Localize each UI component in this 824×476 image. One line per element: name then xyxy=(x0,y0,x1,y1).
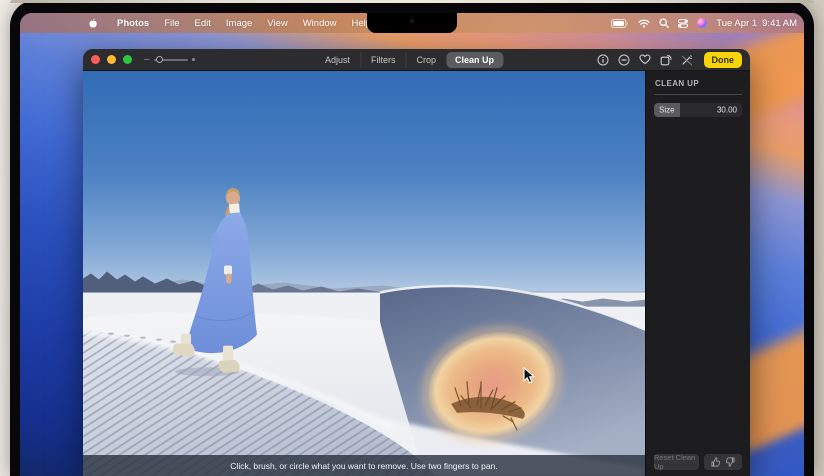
battery-icon[interactable] xyxy=(611,18,629,28)
photo-canvas[interactable]: Click, brush, or circle what you want to… xyxy=(83,71,645,476)
camera-icon xyxy=(410,19,414,23)
zoom-slider-handle[interactable] xyxy=(155,55,163,63)
feedback-buttons xyxy=(704,454,742,470)
brush-size-label: Size xyxy=(659,105,675,115)
search-icon[interactable] xyxy=(659,18,670,28)
window-titlebar: – Adjust Filters Crop Clean Up Done xyxy=(83,49,750,71)
brush-size-value: 30.00 xyxy=(716,105,737,115)
sidebar-divider xyxy=(654,94,742,95)
tab-clean-up[interactable]: Clean Up xyxy=(445,51,504,68)
thumbs-down-icon[interactable] xyxy=(726,457,735,467)
status-date: Tue Apr 1 xyxy=(716,17,758,29)
info-icon[interactable] xyxy=(597,54,609,66)
photo-sky xyxy=(83,71,645,304)
sidebar-bottom-row: Reset Clean Up xyxy=(654,453,742,471)
display-notch xyxy=(367,13,457,33)
minimize-window-button[interactable] xyxy=(107,55,116,64)
photo-illustration xyxy=(83,71,645,476)
wifi-icon[interactable] xyxy=(638,19,650,28)
siri-icon[interactable] xyxy=(697,18,708,28)
macbook-product-shot: Photos File Edit Image View Window Help xyxy=(0,0,824,476)
apple-menu-icon[interactable] xyxy=(88,17,99,29)
tab-adjust[interactable]: Adjust xyxy=(315,51,361,68)
titlebar-icons: Done xyxy=(597,51,742,68)
control-center-icon[interactable] xyxy=(678,18,689,28)
menu-items: Photos File Edit Image View Window Help xyxy=(88,17,371,29)
menu-item-file[interactable]: File xyxy=(164,18,179,29)
traffic-lights xyxy=(91,55,132,64)
edit-mode-tabs: Adjust Filters Crop Clean Up xyxy=(315,51,504,68)
macbook-lid-edge xyxy=(10,0,814,3)
thumbs-up-icon[interactable] xyxy=(711,457,720,467)
window-body: Click, brush, or circle what you want to… xyxy=(83,71,750,476)
remove-circle-icon[interactable] xyxy=(618,54,630,66)
reset-clean-up-button[interactable]: Reset Clean Up xyxy=(654,453,699,471)
tab-filters[interactable]: Filters xyxy=(361,51,407,68)
rotate-icon[interactable] xyxy=(660,54,672,66)
zoom-slider[interactable]: – xyxy=(144,53,195,65)
cleanup-instruction-bar: Click, brush, or circle what you want to… xyxy=(83,455,645,476)
menu-item-image[interactable]: Image xyxy=(226,18,252,29)
zoom-slider-end-dot xyxy=(191,58,195,61)
cleanup-instruction-text: Click, brush, or circle what you want to… xyxy=(230,460,498,471)
tab-crop[interactable]: Crop xyxy=(406,52,446,68)
macbook-screen: Photos File Edit Image View Window Help xyxy=(20,13,804,476)
brush-size-slider[interactable]: Size 30.00 xyxy=(654,103,742,117)
menu-item-photos[interactable]: Photos xyxy=(117,18,149,29)
menu-item-edit[interactable]: Edit xyxy=(195,18,211,29)
close-window-button[interactable] xyxy=(91,55,100,64)
status-time: 9:41 AM xyxy=(762,17,797,29)
menu-item-view[interactable]: View xyxy=(267,18,287,29)
favorite-heart-icon[interactable] xyxy=(638,54,651,65)
zoom-slider-track[interactable] xyxy=(153,55,188,63)
enhance-wand-icon[interactable] xyxy=(681,54,693,66)
done-button[interactable]: Done xyxy=(703,51,742,68)
menu-item-window[interactable]: Window xyxy=(303,18,337,29)
cleanup-sidebar: CLEAN UP Size 30.00 Reset Clean Up xyxy=(645,71,750,476)
photos-window: – Adjust Filters Crop Clean Up Done Clic… xyxy=(83,49,750,476)
zoom-window-button[interactable] xyxy=(123,55,132,64)
sidebar-title: CLEAN UP xyxy=(655,79,700,88)
menu-bar-clock[interactable]: Tue Apr 1 9:41 AM xyxy=(716,18,797,29)
zoom-out-icon: – xyxy=(144,53,150,65)
menu-bar-status: Tue Apr 1 9:41 AM xyxy=(611,18,797,29)
